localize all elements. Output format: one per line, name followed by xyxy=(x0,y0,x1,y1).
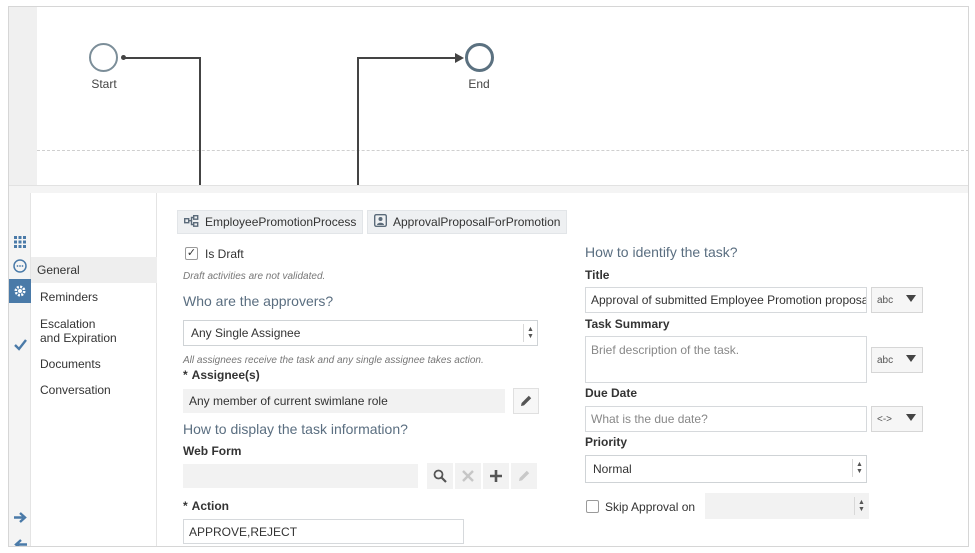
assignee-type-value: Any Single Assignee xyxy=(191,326,301,340)
process-icon xyxy=(183,214,199,230)
general-form: EmployeePromotionProcess ApprovalProposa… xyxy=(157,193,968,546)
select-arrows-icon: ▲ ▼ xyxy=(854,497,868,515)
select-arrows-icon: ▲ ▼ xyxy=(852,459,866,477)
task-summary-placeholder: Brief description of the task. xyxy=(591,343,740,357)
priority-label: Priority xyxy=(585,435,628,449)
task-summary-label: Task Summary xyxy=(585,317,670,331)
summary-type-label: abc xyxy=(877,354,894,366)
clear-web-form-button[interactable] xyxy=(455,463,481,489)
arrow-left-icon[interactable] xyxy=(9,533,31,546)
action-label: * Action xyxy=(183,499,229,513)
priority-value: Normal xyxy=(593,462,632,476)
properties-panel: General Reminders Escalation and Expirat… xyxy=(9,193,968,546)
title-label: Title xyxy=(585,268,610,282)
due-date-field[interactable]: What is the due date? xyxy=(585,406,867,432)
due-date-type-label: <-> xyxy=(877,413,893,425)
process-editor-window: Start End General Reminders Escalation a… xyxy=(8,6,969,547)
activity-crumb-label: ApprovalProposalForPromotion xyxy=(393,215,561,229)
nav-item-escalation[interactable]: Escalation and Expiration xyxy=(31,317,157,345)
nav-item-general[interactable]: General xyxy=(31,257,157,283)
assignee-type-select[interactable]: Any Single Assignee ▲ ▼ xyxy=(183,320,538,346)
process-canvas[interactable]: Start End xyxy=(9,7,968,193)
due-date-placeholder: What is the due date? xyxy=(591,412,708,426)
add-web-form-button[interactable] xyxy=(483,463,509,489)
edit-assignees-button[interactable] xyxy=(513,388,539,414)
nav-item-reminders[interactable]: Reminders xyxy=(31,290,157,304)
check-icon[interactable] xyxy=(9,334,31,356)
task-icon xyxy=(373,213,388,230)
start-event-node[interactable] xyxy=(89,43,118,72)
required-mark: * xyxy=(183,499,188,513)
pencil-icon xyxy=(519,470,530,481)
action-label-text: Action xyxy=(191,499,230,513)
skip-approval-label: Skip Approval on xyxy=(605,500,696,514)
draft-hint: Draft activities are not validated. xyxy=(183,271,326,282)
activity-crumb[interactable]: ApprovalProposalForPromotion xyxy=(367,210,568,234)
web-form-label: Web Form xyxy=(183,444,242,458)
action-value: APPROVE,REJECT xyxy=(189,524,298,539)
search-icon xyxy=(433,469,447,483)
end-event-label: End xyxy=(468,77,490,91)
search-web-form-button[interactable] xyxy=(427,463,453,489)
edit-web-form-button[interactable] xyxy=(511,463,537,489)
due-date-label: Due Date xyxy=(585,386,638,400)
arrowhead xyxy=(455,53,464,63)
process-crumb-label: EmployeePromotionProcess xyxy=(205,215,357,229)
dropdown-icon xyxy=(906,414,916,421)
canvas-footer-bar xyxy=(9,185,968,193)
priority-select[interactable]: Normal ▲ ▼ xyxy=(585,455,867,483)
sequence-flow-start[interactable] xyxy=(125,57,201,59)
is-draft-checkbox[interactable]: ✓ xyxy=(185,247,198,260)
assignees-label-text: Assignee(s) xyxy=(191,368,260,382)
summary-type-button[interactable]: abc xyxy=(871,347,923,373)
title-type-button[interactable]: abc xyxy=(871,287,923,313)
is-draft-label: Is Draft xyxy=(205,247,244,261)
title-type-label: abc xyxy=(877,294,894,306)
dropdown-icon xyxy=(906,355,916,362)
sequence-flow-start-down[interactable] xyxy=(199,57,201,185)
sequence-flow-end[interactable] xyxy=(357,57,457,59)
arrow-right-icon[interactable] xyxy=(9,506,31,528)
nav-item-documents[interactable]: Documents xyxy=(31,357,157,371)
assignees-value: Any member of current swimlane role xyxy=(189,394,388,408)
swimlane-divider xyxy=(37,150,968,151)
due-date-type-button[interactable]: <-> xyxy=(871,406,923,432)
nav-item-escalation-line2: and Expiration xyxy=(40,331,117,345)
display-section-title: How to display the task information? xyxy=(183,421,408,437)
title-field[interactable]: Approval of submitted Employee Promotion… xyxy=(585,287,867,313)
panel-icon-rail xyxy=(9,193,31,546)
title-value: Approval of submitted Employee Promotion… xyxy=(591,293,867,307)
nav-item-escalation-line1: Escalation xyxy=(40,317,96,331)
end-event-node[interactable] xyxy=(465,43,494,72)
skip-approval-checkbox[interactable] xyxy=(586,500,599,513)
close-icon xyxy=(462,470,474,482)
select-arrows-icon: ▲ ▼ xyxy=(523,324,537,342)
properties-nav: General Reminders Escalation and Expirat… xyxy=(31,193,157,546)
canvas-left-strip xyxy=(9,7,37,185)
nav-item-conversation[interactable]: Conversation xyxy=(31,383,157,397)
assignee-hint: All assignees receive the task and any s… xyxy=(183,355,484,366)
assignees-field[interactable]: Any member of current swimlane role xyxy=(183,389,505,413)
web-form-field[interactable] xyxy=(183,464,418,488)
skip-approval-select[interactable]: ▲ ▼ xyxy=(705,493,869,519)
dropdown-icon xyxy=(906,295,916,302)
assignees-label: * Assignee(s) xyxy=(183,368,260,382)
approvers-section-title: Who are the approvers? xyxy=(183,293,334,309)
required-mark: * xyxy=(183,368,188,382)
process-crumb[interactable]: EmployeePromotionProcess xyxy=(177,210,364,234)
pencil-icon xyxy=(521,395,532,406)
connector-dot xyxy=(121,55,126,60)
plus-icon xyxy=(490,470,502,482)
gear-icon[interactable] xyxy=(9,279,31,303)
grid-icon[interactable] xyxy=(9,231,31,253)
start-event-label: Start xyxy=(91,77,117,91)
action-field[interactable]: APPROVE,REJECT xyxy=(183,519,464,544)
identify-section-title: How to identify the task? xyxy=(585,244,738,260)
comment-icon[interactable] xyxy=(9,255,31,277)
task-summary-field[interactable]: Brief description of the task. xyxy=(585,336,867,383)
sequence-flow-end-up[interactable] xyxy=(357,57,359,185)
